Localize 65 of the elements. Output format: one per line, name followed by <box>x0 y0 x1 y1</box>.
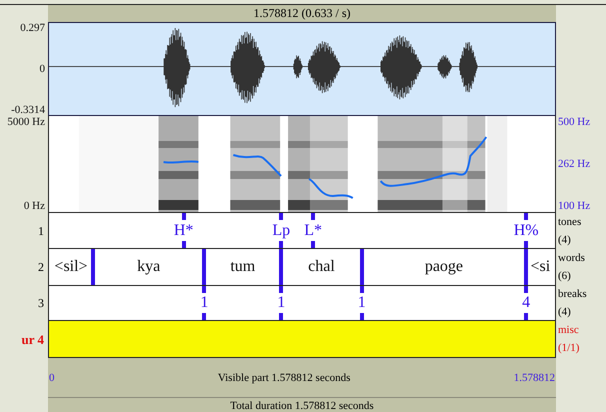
end-time: 1.578812 <box>514 372 555 384</box>
frequency-label: 5000 Hz <box>7 116 45 128</box>
tier-name: misc <box>558 324 580 336</box>
interval-boundary[interactable] <box>202 249 206 285</box>
tier-name: tones <box>558 216 582 228</box>
point-marker <box>279 313 284 320</box>
point-label[interactable]: 4 <box>522 294 530 312</box>
interval-label[interactable]: tum <box>230 258 256 276</box>
visible-part-bar[interactable]: 0 Visible part 1.578812 seconds 1.578812 <box>48 358 556 398</box>
point-label[interactable]: Lp <box>272 222 290 240</box>
amplitude-label: -0.3314 <box>11 104 45 116</box>
point-marker <box>524 241 528 248</box>
pitch-label: 500 Hz <box>558 116 592 128</box>
frequency-label: 0 Hz <box>24 200 45 212</box>
time-header: 1.578812 (0.633 / s) <box>48 5 556 22</box>
point-marker <box>524 313 528 320</box>
tier-number: ur 4 <box>20 330 45 348</box>
interval-boundary[interactable] <box>279 249 284 285</box>
tier-number: 2 <box>37 259 45 276</box>
tier-track[interactable]: <sil> kya tum chal paoge <si <box>48 249 556 286</box>
point-marker <box>279 241 284 248</box>
tier-track[interactable] <box>48 321 556 358</box>
point-marker <box>279 286 284 293</box>
interval-boundary[interactable] <box>524 249 528 285</box>
start-time: 0 <box>49 372 54 384</box>
interval-label[interactable]: chal <box>308 258 335 276</box>
tier-name: words <box>558 252 586 264</box>
point-marker <box>311 213 316 220</box>
amplitude-label: 0 <box>40 63 45 75</box>
pitch-label: 262 Hz <box>558 158 592 170</box>
point-marker <box>202 313 206 320</box>
point-marker <box>360 286 364 293</box>
interval-label[interactable]: <si <box>530 258 550 276</box>
tier-count: (1/1) <box>558 343 580 354</box>
point-marker <box>182 241 186 248</box>
tier-count: (4) <box>558 234 572 246</box>
tier-name: breaks <box>558 289 588 300</box>
point-label[interactable]: 1 <box>200 294 208 312</box>
point-label[interactable]: 1 <box>277 294 286 312</box>
tier-number: 3 <box>37 295 45 312</box>
tier-number: 1 <box>37 222 45 240</box>
point-marker <box>279 213 284 220</box>
tier-count: (6) <box>558 271 572 282</box>
interval-label[interactable]: paoge <box>424 258 464 276</box>
tier-track[interactable]: H* Lp L* H% <box>48 213 556 249</box>
point-marker <box>360 313 364 320</box>
point-marker <box>524 286 528 293</box>
point-marker <box>311 241 316 248</box>
amplitude-label: 0.297 <box>20 22 45 34</box>
point-label[interactable]: H% <box>514 222 539 240</box>
interval-label[interactable]: kya <box>137 258 160 276</box>
point-label[interactable]: H* <box>174 222 194 240</box>
tier-count: (4) <box>558 306 572 318</box>
interval-label[interactable]: <sil> <box>54 258 88 276</box>
pitch-label: 100 Hz <box>558 200 592 212</box>
interval-boundary[interactable] <box>91 249 96 285</box>
point-marker <box>182 213 186 220</box>
interval-boundary[interactable] <box>360 249 364 285</box>
point-marker <box>202 286 206 293</box>
point-label[interactable]: L* <box>304 222 322 240</box>
tier-track[interactable]: 1 1 1 4 <box>48 286 556 321</box>
point-marker <box>524 213 528 220</box>
point-label[interactable]: 1 <box>358 294 366 312</box>
visible-part-label: Visible part 1.578812 seconds <box>218 372 350 384</box>
total-duration-bar[interactable]: Total duration 1.578812 seconds <box>48 398 556 412</box>
